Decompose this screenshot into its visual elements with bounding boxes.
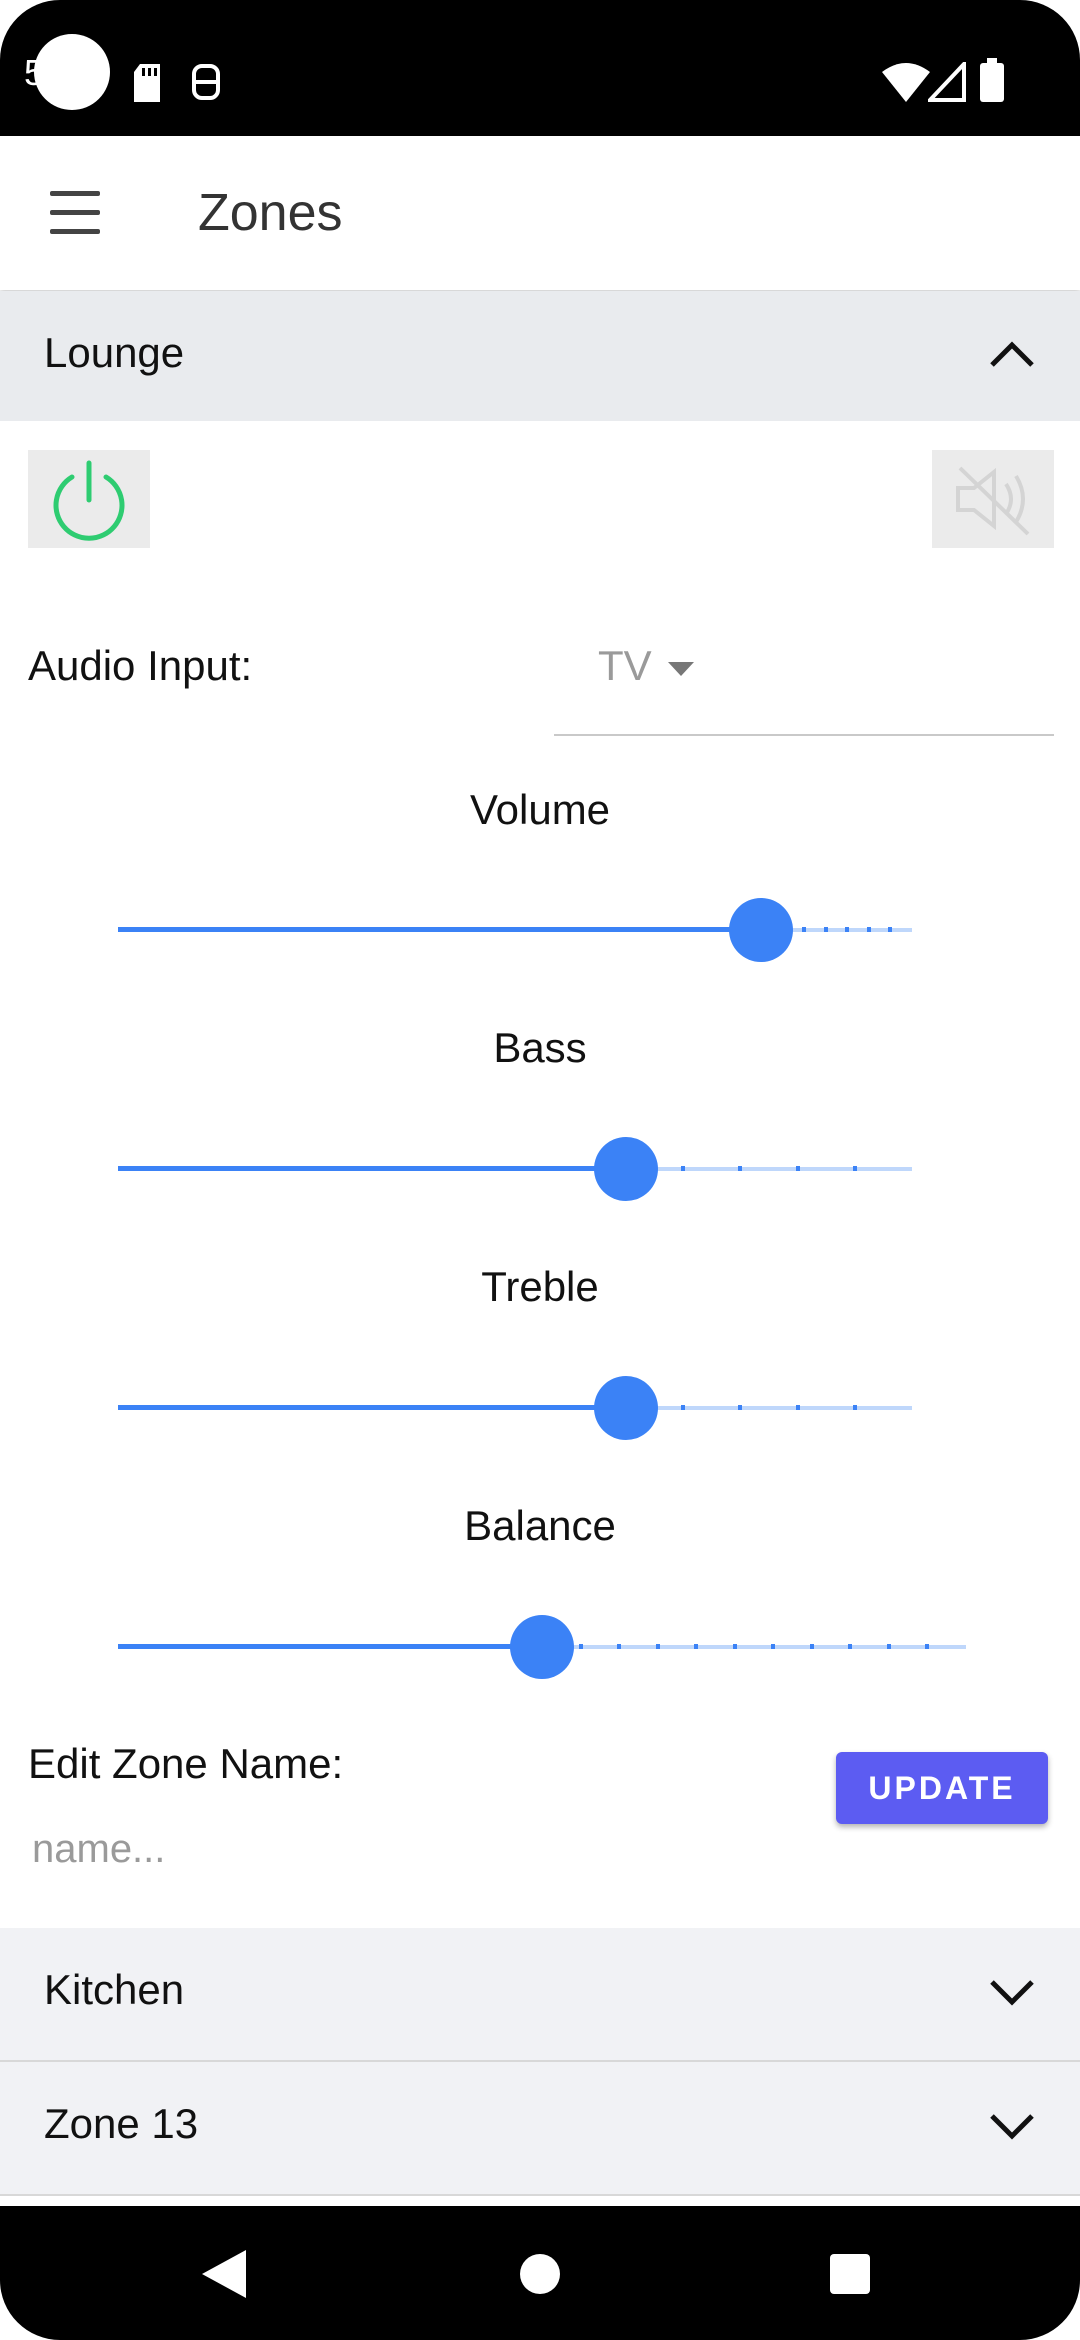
- chevron-up-icon: [990, 341, 1034, 367]
- dropdown-arrow-icon: [668, 662, 694, 676]
- slider-fill: [118, 927, 762, 932]
- slider-thumb[interactable]: [729, 898, 794, 962]
- slider-tick: [617, 1644, 622, 1649]
- slider-tick: [848, 1644, 853, 1649]
- home-icon[interactable]: [520, 2254, 560, 2294]
- battery-icon: [980, 58, 1004, 102]
- slider-tick: [681, 1166, 686, 1171]
- slider-tick: [694, 1644, 699, 1649]
- slider-tick: [809, 1644, 814, 1649]
- bass-slider[interactable]: [118, 1129, 912, 1209]
- audio-input-value: TV: [598, 642, 652, 689]
- slider-tick: [886, 1644, 891, 1649]
- back-icon[interactable]: [202, 2250, 246, 2298]
- slider-fill: [118, 1166, 627, 1171]
- slider-tick: [852, 1405, 857, 1410]
- slider-tick: [802, 927, 807, 932]
- zone-name: Kitchen: [44, 1966, 185, 2013]
- slider-thumb[interactable]: [594, 1137, 659, 1201]
- slider-tick: [681, 1405, 686, 1410]
- cell-signal-icon: [928, 62, 966, 102]
- volume-label: Volume: [469, 786, 611, 833]
- slider-thumb[interactable]: [594, 1376, 659, 1440]
- menu-icon[interactable]: [46, 191, 108, 235]
- slider-tick: [771, 1644, 776, 1649]
- slider-thumb[interactable]: [510, 1615, 574, 1679]
- edit-zone-name-label: Edit Zone Name:: [28, 1740, 344, 1787]
- slider-tick: [866, 927, 871, 932]
- slider-fill: [118, 1405, 627, 1410]
- slider-tick: [738, 1405, 743, 1410]
- app-bar: Zones: [0, 136, 1080, 290]
- notification-icon: [192, 64, 220, 100]
- camera-cutout: [34, 34, 110, 110]
- slider-tick: [795, 1405, 800, 1410]
- sd-card-icon: [134, 64, 160, 102]
- slider-tick: [578, 1644, 583, 1649]
- volume-slider[interactable]: [118, 890, 912, 970]
- recents-icon[interactable]: [830, 2254, 870, 2294]
- wifi-icon: [882, 63, 930, 102]
- slider-tick: [795, 1166, 800, 1171]
- slider-tick: [823, 927, 828, 932]
- navigation-bar: [0, 2206, 1080, 2340]
- zone-name: Lounge: [44, 329, 185, 376]
- page-title: Zones: [198, 184, 343, 242]
- audio-input-select[interactable]: TV: [554, 620, 1054, 736]
- zone-header-lounge[interactable]: Lounge: [0, 291, 1080, 421]
- slider-tick: [925, 1644, 930, 1649]
- slider-tick: [888, 927, 893, 932]
- volume-mute-icon: [956, 466, 1030, 536]
- treble-slider[interactable]: [118, 1368, 912, 1448]
- audio-input-label: Audio Input:: [28, 642, 253, 689]
- zone-header-kitchen[interactable]: Kitchen: [0, 1928, 1080, 2062]
- mute-button[interactable]: [932, 450, 1054, 548]
- balance-label: Balance: [464, 1502, 616, 1549]
- zone-name: Zone 13: [44, 2100, 199, 2147]
- zone-header-zone-13[interactable]: Zone 13: [0, 2062, 1080, 2196]
- slider-tick: [738, 1166, 743, 1171]
- power-icon: [53, 460, 125, 541]
- bass-label: Bass: [493, 1024, 587, 1071]
- slider-tick: [655, 1644, 660, 1649]
- status-bar: 5: [0, 0, 1080, 136]
- update-button[interactable]: UPDATE: [836, 1752, 1048, 1824]
- slider-tick: [852, 1166, 857, 1171]
- slider-tick: [732, 1644, 737, 1649]
- zone-name-input[interactable]: [30, 1816, 634, 1882]
- slider-fill: [118, 1644, 542, 1649]
- power-button[interactable]: [28, 450, 150, 548]
- chevron-down-icon: [990, 1980, 1034, 2006]
- balance-slider[interactable]: [118, 1607, 966, 1687]
- slider-tick: [845, 927, 850, 932]
- chevron-down-icon: [990, 2114, 1034, 2140]
- treble-label: Treble: [481, 1263, 599, 1310]
